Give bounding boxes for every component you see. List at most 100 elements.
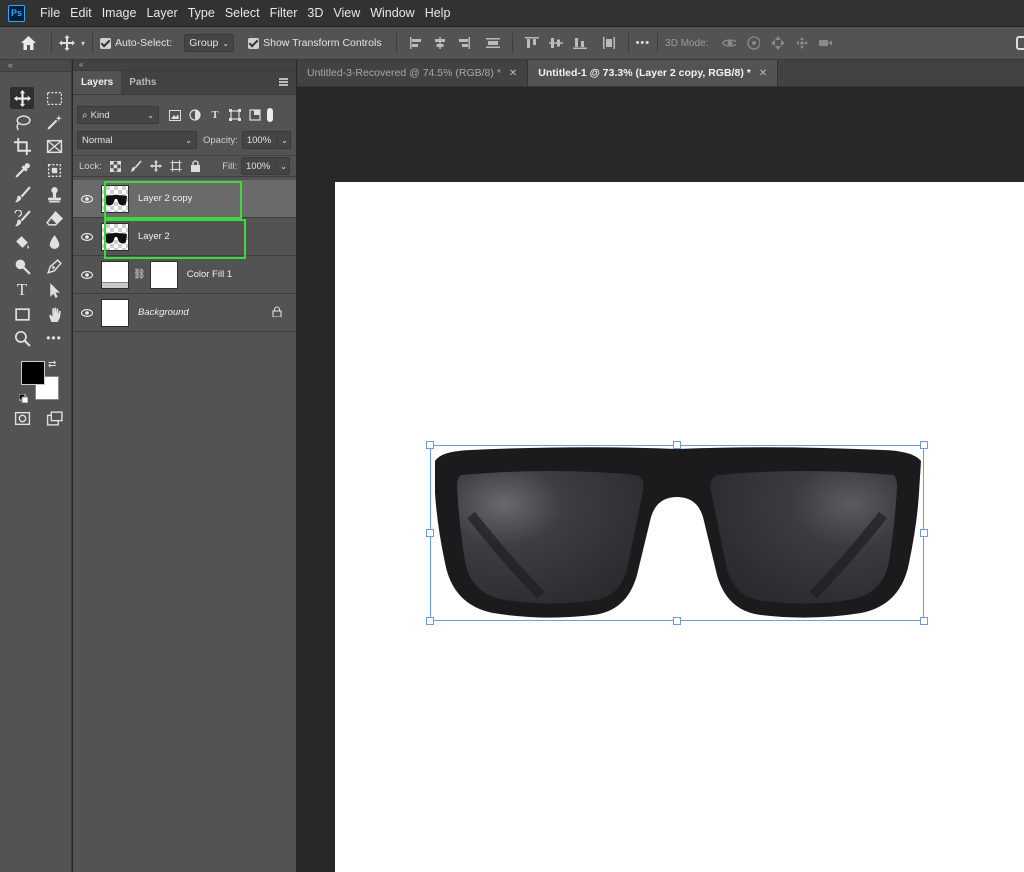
layer-row-color-fill-1[interactable]: ⛓ Color Fill 1 [73,256,296,294]
brush-tool-icon[interactable] [10,183,34,205]
stamp-tool-icon[interactable] [42,183,66,205]
rectangle-tool-icon[interactable] [10,303,34,325]
menu-view[interactable]: View [328,6,365,20]
visibility-eye-icon[interactable] [73,194,101,203]
transform-handle-left[interactable] [426,529,434,537]
close-icon[interactable]: ✕ [509,68,517,79]
path-selection-tool-icon[interactable] [42,279,66,301]
layer-name[interactable]: Background [138,307,189,318]
lock-all-icon[interactable] [190,160,202,172]
quick-mask-icon[interactable] [10,407,34,429]
layer-name[interactable]: Layer 2 copy [138,193,192,204]
layer-row-layer-2-copy[interactable]: Layer 2 copy [73,180,296,218]
eyedropper-tool-icon[interactable] [10,159,34,181]
photoshop-logo-icon[interactable]: Ps [8,4,25,22]
align-horizontal-centers-icon[interactable] [433,37,447,49]
transform-handle-bottom-left[interactable] [426,617,434,625]
close-icon[interactable]: ✕ [759,68,767,79]
menu-window[interactable]: Window [365,6,419,20]
tab-document-untitled-1[interactable]: Untitled-1 @ 73.3% (Layer 2 copy, RGB/8)… [528,60,779,86]
swap-colors-icon[interactable]: ⇄ [48,359,56,370]
toolbar-collapse-icon[interactable]: « [0,60,71,72]
visibility-eye-icon[interactable] [73,232,101,241]
zoom-tool-icon[interactable] [10,327,34,349]
search-icon[interactable] [1016,36,1024,50]
transform-handle-top-left[interactable] [426,441,434,449]
home-icon[interactable] [20,35,37,51]
paint-bucket-tool-icon[interactable] [10,231,34,253]
tab-layers[interactable]: Layers [73,71,122,94]
filter-pixel-icon[interactable] [169,109,181,121]
align-bottom-edges-icon[interactable] [572,37,587,49]
panel-collapse-icon[interactable]: « [73,60,296,71]
distribute-vertical-icon[interactable] [602,37,616,49]
filter-shape-icon[interactable] [229,109,241,121]
magic-wand-tool-icon[interactable] [42,111,66,133]
auto-select-dropdown[interactable]: Group ⌄ [184,34,235,52]
blend-mode-dropdown[interactable]: Normal ⌄ [77,131,197,149]
transform-handle-top[interactable] [673,441,681,449]
3d-roll-icon[interactable] [746,36,760,50]
type-tool-icon[interactable]: T [10,279,34,301]
visibility-eye-icon[interactable] [73,270,101,279]
lasso-tool-icon[interactable] [10,111,34,133]
move-tool-preset-icon[interactable]: ▾ [59,35,85,51]
align-vertical-centers-icon[interactable] [548,37,563,49]
marquee-tool-icon[interactable] [42,87,66,109]
fill-layer-thumbnail[interactable] [101,260,129,289]
fill-input[interactable]: 100% ⌄ [241,157,290,175]
object-selection-tool-icon[interactable] [42,159,66,181]
hand-tool-icon[interactable] [42,303,66,325]
eraser-tool-icon[interactable] [42,207,66,229]
transform-bounding-box[interactable] [426,441,928,625]
move-tool-icon[interactable] [10,87,34,109]
history-brush-tool-icon[interactable] [10,207,34,229]
frame-tool-icon[interactable] [42,135,66,157]
3d-slide-icon[interactable] [794,37,808,49]
menu-image[interactable]: Image [97,6,142,20]
visibility-eye-icon[interactable] [73,308,101,317]
filter-toggle-icon[interactable] [267,108,273,122]
dodge-tool-icon[interactable] [10,255,34,277]
menu-edit[interactable]: Edit [65,6,97,20]
lock-icon[interactable] [272,305,282,320]
menu-layer[interactable]: Layer [141,6,182,20]
link-chain-icon[interactable]: ⛓ [133,269,146,280]
lock-position-icon[interactable] [149,160,162,172]
filter-smart-object-icon[interactable] [249,109,261,121]
layer-name[interactable]: Layer 2 [138,231,170,242]
more-options-icon[interactable]: ••• [636,37,651,49]
tab-document-untitled-3[interactable]: Untitled-3-Recovered @ 74.5% (RGB/8) * ✕ [297,60,529,86]
filter-kind-dropdown[interactable]: ⌕ Kind ⌄ [77,106,159,124]
auto-select-checkbox[interactable]: Auto-Select: [100,37,172,49]
layer-row-layer-2[interactable]: Layer 2 [73,218,296,256]
align-top-edges-icon[interactable] [524,37,539,49]
layer-name[interactable]: Color Fill 1 [187,269,232,280]
3d-camera-icon[interactable] [818,37,832,49]
blur-tool-icon[interactable] [42,231,66,253]
layer-row-background[interactable]: Background [73,294,296,332]
transform-handle-right[interactable] [920,529,928,537]
pen-tool-icon[interactable] [42,255,66,277]
3d-orbit-icon[interactable] [721,37,736,49]
menu-type[interactable]: Type [183,6,220,20]
align-left-edges-icon[interactable] [409,37,423,49]
menu-filter[interactable]: Filter [265,6,303,20]
transform-handle-bottom[interactable] [673,617,681,625]
filter-type-icon[interactable]: T [209,109,221,121]
panel-menu-icon[interactable] [279,78,288,86]
screen-mode-icon[interactable] [42,407,66,429]
transform-handle-top-right[interactable] [920,441,928,449]
tab-paths[interactable]: Paths [121,71,164,94]
menu-select[interactable]: Select [220,6,265,20]
layer-mask-thumbnail[interactable] [149,260,178,289]
distribute-icon[interactable] [485,37,500,49]
lock-image-pixels-icon[interactable] [130,160,142,172]
3d-pan-icon[interactable] [770,36,784,50]
default-colors-icon[interactable] [18,390,29,404]
show-transform-controls-checkbox[interactable]: Show Transform Controls [248,37,382,49]
lock-artboard-icon[interactable] [169,160,182,172]
canvas[interactable] [335,182,1024,872]
filter-adjustment-icon[interactable] [189,109,201,121]
transform-handle-bottom-right[interactable] [920,617,928,625]
